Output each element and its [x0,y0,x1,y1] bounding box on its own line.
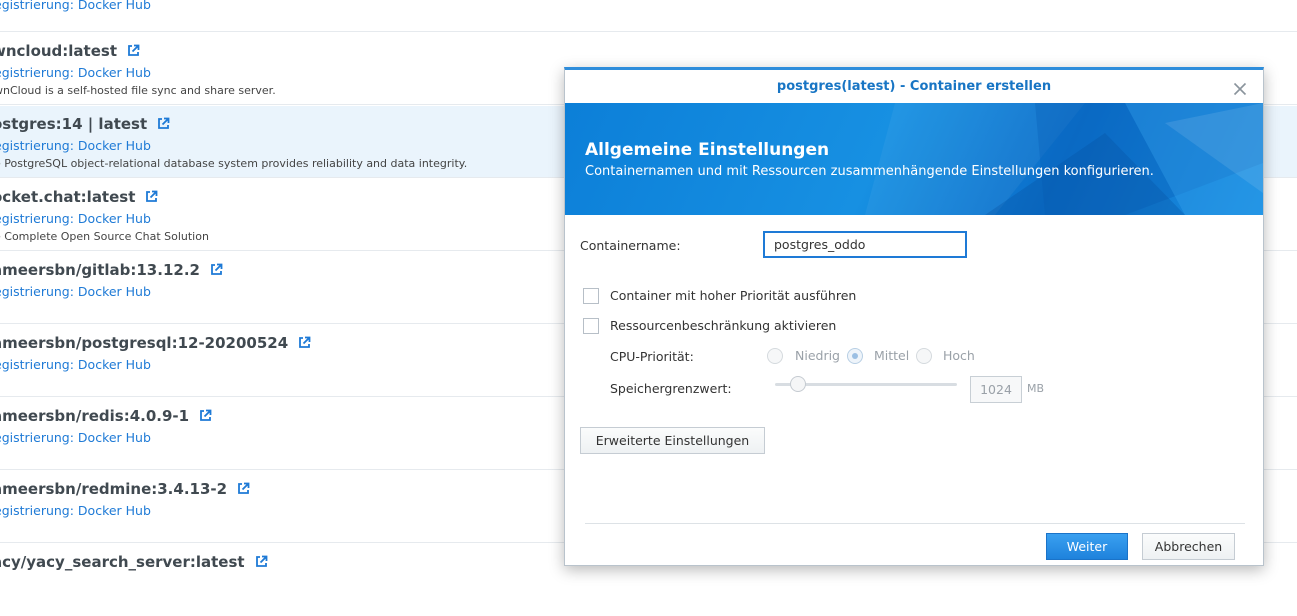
cancel-button[interactable]: Abbrechen [1142,533,1235,560]
cpu-priority-high-radio[interactable] [916,348,932,364]
memory-slider-thumb[interactable] [790,376,806,392]
memory-limit-input[interactable]: 1024 [970,376,1022,403]
resource-limit-checkbox[interactable] [583,318,599,334]
registry-label[interactable]: egistrierung: Docker Hub [0,211,151,226]
cpu-priority-medium-radio[interactable] [847,348,863,364]
image-name: wncloud:latest [0,42,140,61]
resource-limit-label[interactable]: Ressourcenbeschränkung aktivieren [610,318,836,333]
external-link-icon[interactable] [237,481,250,499]
memory-unit-label: MB [1027,382,1045,395]
cpu-priority-high-label[interactable]: Hoch [943,348,975,363]
image-description: e PostgreSQL object-relational database … [0,157,468,170]
banner-subtitle: Containernamen und mit Ressourcen zusamm… [585,164,1154,179]
list-item[interactable]: egistrierung: Docker Hub [0,0,1297,32]
container-name-label: Containername: [580,238,681,253]
cpu-priority-low-label[interactable]: Niedrig [795,348,840,363]
image-name: ameersbn/redmine:3.4.13-2 [0,480,250,499]
external-link-icon[interactable] [210,262,223,280]
cpu-priority-label: CPU-Priorität: [610,349,694,364]
image-name: acy/yacy_search_server:latest [0,553,268,572]
footer-divider [585,523,1245,524]
registry-label[interactable]: egistrierung: Docker Hub [0,430,151,445]
close-icon[interactable] [1233,81,1247,96]
next-button[interactable]: Weiter [1046,533,1128,560]
external-link-icon[interactable] [127,43,140,61]
external-link-icon[interactable] [157,116,170,134]
settings-banner: Allgemeine Einstellungen Containernamen … [565,103,1263,215]
image-name: ameersbn/redis:4.0.9-1 [0,407,212,426]
registry-label[interactable]: egistrierung: Docker Hub [0,357,151,372]
registry-label[interactable]: egistrierung: Docker Hub [0,65,151,80]
image-name: ocket.chat:latest [0,188,158,207]
image-name: ostgres:14 | latest [0,115,170,134]
cpu-priority-medium-label[interactable]: Mittel [874,348,909,363]
create-container-dialog: postgres(latest) - Container erstellen A… [564,67,1264,566]
external-link-icon[interactable] [255,554,268,572]
high-priority-checkbox[interactable] [583,288,599,304]
cpu-priority-low-radio[interactable] [767,348,783,364]
image-name: ameersbn/postgresql:12-20200524 [0,334,311,353]
registry-label: egistrierung: Docker Hub [0,0,151,12]
dialog-title: postgres(latest) - Container erstellen [776,79,1052,94]
container-name-input[interactable]: postgres_oddo [763,231,967,258]
high-priority-label[interactable]: Container mit hoher Priorität ausführen [610,288,856,303]
image-description: wnCloud is a self-hosted file sync and s… [0,84,276,97]
registry-label[interactable]: egistrierung: Docker Hub [0,138,151,153]
external-link-icon[interactable] [199,408,212,426]
external-link-icon[interactable] [298,335,311,353]
image-name: ameersbn/gitlab:13.12.2 [0,261,223,280]
memory-limit-label: Speichergrenzwert: [610,381,732,396]
image-description: e Complete Open Source Chat Solution [0,230,209,243]
registry-label[interactable]: egistrierung: Docker Hub [0,284,151,299]
banner-title: Allgemeine Einstellungen [585,140,830,160]
external-link-icon[interactable] [145,189,158,207]
registry-label[interactable]: egistrierung: Docker Hub [0,503,151,518]
advanced-settings-button[interactable]: Erweiterte Einstellungen [580,427,765,454]
